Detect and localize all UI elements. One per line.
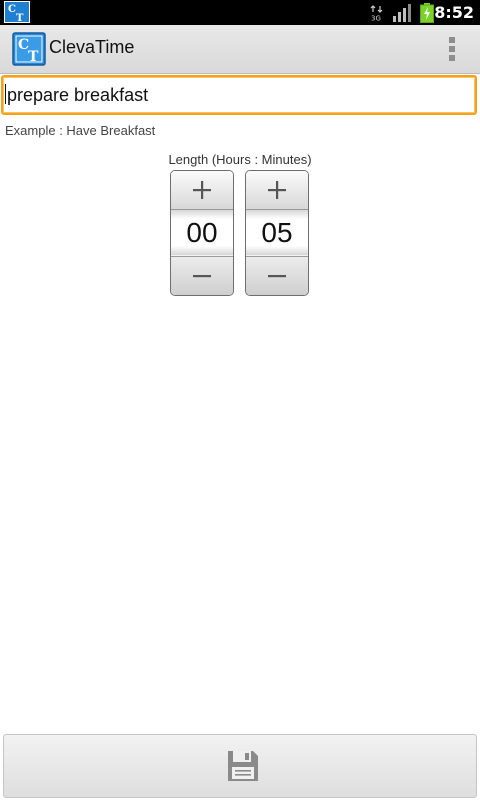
save-button[interactable] bbox=[3, 734, 477, 798]
status-time: 8:52 bbox=[434, 3, 474, 22]
status-bar: C T 3G 8:52 bbox=[0, 0, 480, 25]
plus-icon bbox=[268, 181, 286, 199]
task-example-hint: Example : Have Breakfast bbox=[5, 123, 156, 138]
task-name-input[interactable]: prepare breakfast bbox=[1, 75, 477, 115]
hours-value[interactable]: 00 bbox=[171, 210, 233, 255]
action-bar: C T ClevaTime bbox=[0, 25, 480, 74]
text-cursor bbox=[5, 84, 6, 104]
hours-decrement-button[interactable] bbox=[171, 256, 233, 295]
save-icon bbox=[228, 751, 258, 781]
overflow-menu-icon[interactable] bbox=[446, 35, 458, 63]
app-title: ClevaTime bbox=[49, 37, 135, 57]
minutes-picker: 05 bbox=[245, 170, 309, 296]
hours-picker: 00 bbox=[170, 170, 234, 296]
app-logo-icon: C T bbox=[12, 32, 46, 66]
svg-text:3G: 3G bbox=[371, 15, 381, 22]
minutes-value[interactable]: 05 bbox=[246, 210, 308, 255]
app-notification-icon: C T bbox=[4, 1, 30, 23]
minus-icon bbox=[268, 275, 286, 278]
plus-icon bbox=[193, 181, 211, 199]
svg-text:T: T bbox=[16, 13, 24, 23]
svg-text:C: C bbox=[8, 4, 16, 15]
minutes-decrement-button[interactable] bbox=[246, 256, 308, 295]
minutes-increment-button[interactable] bbox=[246, 171, 308, 210]
length-label: Length (Hours : Minutes) bbox=[168, 152, 312, 167]
svg-text:T: T bbox=[28, 49, 39, 65]
battery-icon bbox=[420, 3, 434, 23]
hours-increment-button[interactable] bbox=[171, 171, 233, 210]
signal-icon bbox=[393, 4, 411, 22]
data-3g-icon: 3G bbox=[370, 5, 383, 22]
minus-icon bbox=[193, 275, 211, 278]
